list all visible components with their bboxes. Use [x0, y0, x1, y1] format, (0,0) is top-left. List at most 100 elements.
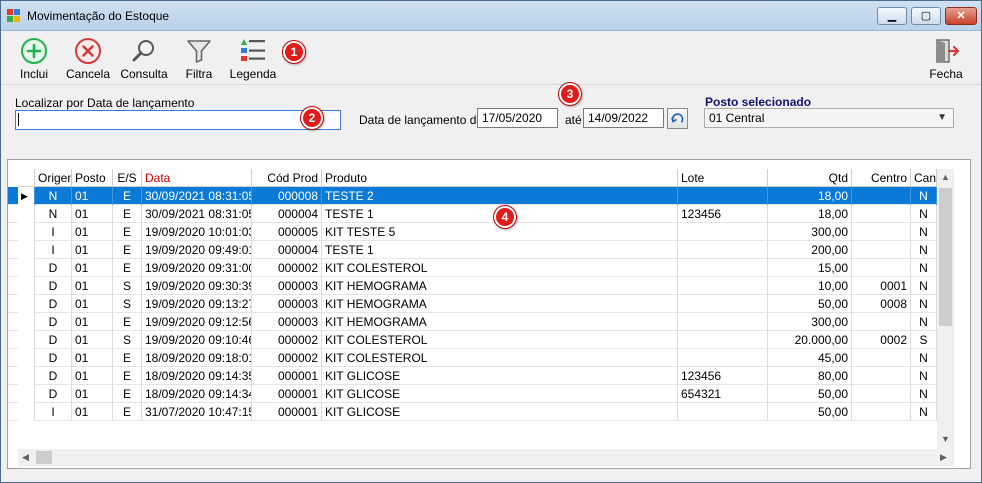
close-button[interactable]: ✕ — [945, 7, 977, 25]
cell-qtd: 18,00 — [768, 187, 852, 205]
cell-centro — [852, 349, 911, 367]
cell-qtd: 80,00 — [768, 367, 852, 385]
row-indicator[interactable] — [18, 385, 35, 403]
maximize-button[interactable]: ▢ — [911, 7, 941, 25]
consulta-button[interactable]: Consulta — [119, 35, 169, 83]
row-indicator[interactable] — [18, 223, 35, 241]
row-indicator[interactable] — [18, 313, 35, 331]
scroll-up-icon[interactable]: ▲ — [941, 172, 950, 182]
table-row[interactable]: ▶ N 01 E 30/09/2021 08:31:05 000008 TESTE 2 18,… — [8, 187, 954, 205]
table-row[interactable]: D 01 E 19/09/2020 09:31:00 000002 KIT COLESTE… — [8, 259, 954, 277]
cell-data: 19/09/2020 09:10:46 — [142, 331, 252, 349]
row-indicator[interactable] — [18, 331, 35, 349]
column-header-posto[interactable]: Posto — [72, 169, 113, 187]
cell-produto: KIT HEMOGRAMA — [322, 295, 678, 313]
data-ate-input[interactable]: 14/09/2022 — [583, 108, 664, 128]
cell-lote — [678, 223, 768, 241]
cell-centro — [852, 367, 911, 385]
cell-qtd: 300,00 — [768, 313, 852, 331]
posto-select[interactable]: 01 Central ▼ — [704, 108, 954, 128]
row-indicator[interactable] — [18, 295, 35, 313]
refresh-button[interactable] — [667, 108, 688, 129]
cell-posto: 01 — [72, 241, 113, 259]
refresh-icon — [671, 113, 684, 123]
cell-posto: 01 — [72, 313, 113, 331]
table-row[interactable]: D 01 S 19/09/2020 09:30:39 000003 KIT HEMOGRA… — [8, 277, 954, 295]
main-window: Movimentação do Estoque ▁ ▢ ✕ Inclui Can… — [0, 0, 982, 483]
scroll-down-icon[interactable]: ▼ — [941, 434, 950, 444]
cell-cod-prod: 000008 — [252, 187, 322, 205]
column-header-cod-prod[interactable]: Cód Prod — [252, 169, 322, 187]
cell-centro: 0001 — [852, 277, 911, 295]
current-row-indicator-icon[interactable]: ▶ — [18, 187, 35, 205]
column-header-produto[interactable]: Produto — [322, 169, 678, 187]
table-row[interactable]: I 01 E 19/09/2020 10:01:03 000005 KIT TESTE 5… — [8, 223, 954, 241]
cell-posto: 01 — [72, 295, 113, 313]
cell-posto: 01 — [72, 277, 113, 295]
filtra-button[interactable]: Filtra — [177, 35, 221, 83]
ate-label: até — [565, 113, 582, 127]
inclui-button[interactable]: Inclui — [11, 35, 57, 83]
vertical-scrollbar[interactable]: ▲ ▼ — [937, 169, 954, 449]
scroll-left-icon[interactable]: ◀ — [22, 452, 29, 463]
cell-qtd: 300,00 — [768, 223, 852, 241]
exit-door-icon — [932, 37, 960, 65]
legenda-button[interactable]: Legenda — [227, 35, 279, 83]
column-header-origem[interactable]: Origem — [35, 169, 72, 187]
row-indicator[interactable] — [18, 241, 35, 259]
column-header-lote[interactable]: Lote — [678, 169, 768, 187]
table-row[interactable]: D 01 E 19/09/2020 09:12:56 000003 KIT HEMOGRA… — [8, 313, 954, 331]
table-row[interactable]: D 01 S 19/09/2020 09:13:27 000003 KIT HEMOGRA… — [8, 295, 954, 313]
inclui-label: Inclui — [19, 67, 48, 81]
minimize-button[interactable]: ▁ — [877, 7, 907, 25]
cell-origem: D — [35, 349, 72, 367]
horizontal-scrollbar[interactable]: ◀ ▶ — [18, 449, 954, 466]
cell-cod-prod: 000002 — [252, 331, 322, 349]
column-header-centro[interactable]: Centro — [852, 169, 911, 187]
legend-list-icon — [239, 37, 267, 65]
table-row[interactable]: D 01 S 19/09/2020 09:10:46 000002 KIT COLESTE… — [8, 331, 954, 349]
cell-cod-prod: 000001 — [252, 403, 322, 421]
callout-badge-2: 2 — [301, 107, 323, 129]
column-header-data[interactable]: Data — [142, 169, 252, 187]
vertical-scroll-thumb[interactable] — [939, 188, 952, 326]
column-header-qtd[interactable]: Qtd — [768, 169, 852, 187]
table-row[interactable]: D 01 E 18/09/2020 09:14:34 000001 KIT GLICOSE… — [8, 385, 954, 403]
cell-data: 19/09/2020 09:13:27 — [142, 295, 252, 313]
fecha-button[interactable]: Fecha — [925, 35, 967, 83]
table-row[interactable]: I 01 E 19/09/2020 09:49:01 000004 TESTE 1 200,… — [8, 241, 954, 259]
cell-es: E — [113, 349, 142, 367]
cell-canc: S — [911, 331, 937, 349]
cell-centro — [852, 259, 911, 277]
cell-origem: N — [35, 205, 72, 223]
table-row[interactable]: I 01 E 31/07/2020 10:47:15 000001 KIT GLICOSE… — [8, 403, 954, 421]
data-de-input[interactable]: 17/05/2020 — [477, 108, 558, 128]
cell-posto: 01 — [72, 331, 113, 349]
row-indicator[interactable] — [18, 403, 35, 421]
localizar-input[interactable] — [15, 110, 341, 130]
row-indicator[interactable] — [18, 259, 35, 277]
cell-data: 19/09/2020 09:12:56 — [142, 313, 252, 331]
scroll-right-icon[interactable]: ▶ — [940, 452, 947, 463]
cancela-button[interactable]: Cancela — [63, 35, 113, 83]
cell-origem: D — [35, 259, 72, 277]
cell-lote: 654321 — [678, 385, 768, 403]
row-indicator[interactable] — [18, 277, 35, 295]
table-row[interactable]: D 01 E 18/09/2020 09:18:01 000002 KIT COLESTE… — [8, 349, 954, 367]
cell-centro: 0008 — [852, 295, 911, 313]
row-indicator[interactable] — [18, 349, 35, 367]
cell-lote: 123456 — [678, 367, 768, 385]
table-row[interactable]: D 01 E 18/09/2020 09:14:35 000001 KIT GLICOSE… — [8, 367, 954, 385]
cell-qtd: 45,00 — [768, 349, 852, 367]
horizontal-scroll-thumb[interactable] — [36, 451, 52, 464]
cell-origem: I — [35, 241, 72, 259]
column-header-canc[interactable]: Canc — [911, 169, 937, 187]
localizar-label: Localizar por Data de lançamento — [15, 96, 195, 110]
table-row[interactable]: N 01 E 30/09/2021 08:31:05 000004 TESTE 1 1234… — [8, 205, 954, 223]
column-header-es[interactable]: E/S — [113, 169, 142, 187]
cell-lote — [678, 277, 768, 295]
app-icon — [7, 9, 21, 23]
row-indicator[interactable] — [18, 205, 35, 223]
cell-canc: N — [911, 313, 937, 331]
row-indicator[interactable] — [18, 367, 35, 385]
